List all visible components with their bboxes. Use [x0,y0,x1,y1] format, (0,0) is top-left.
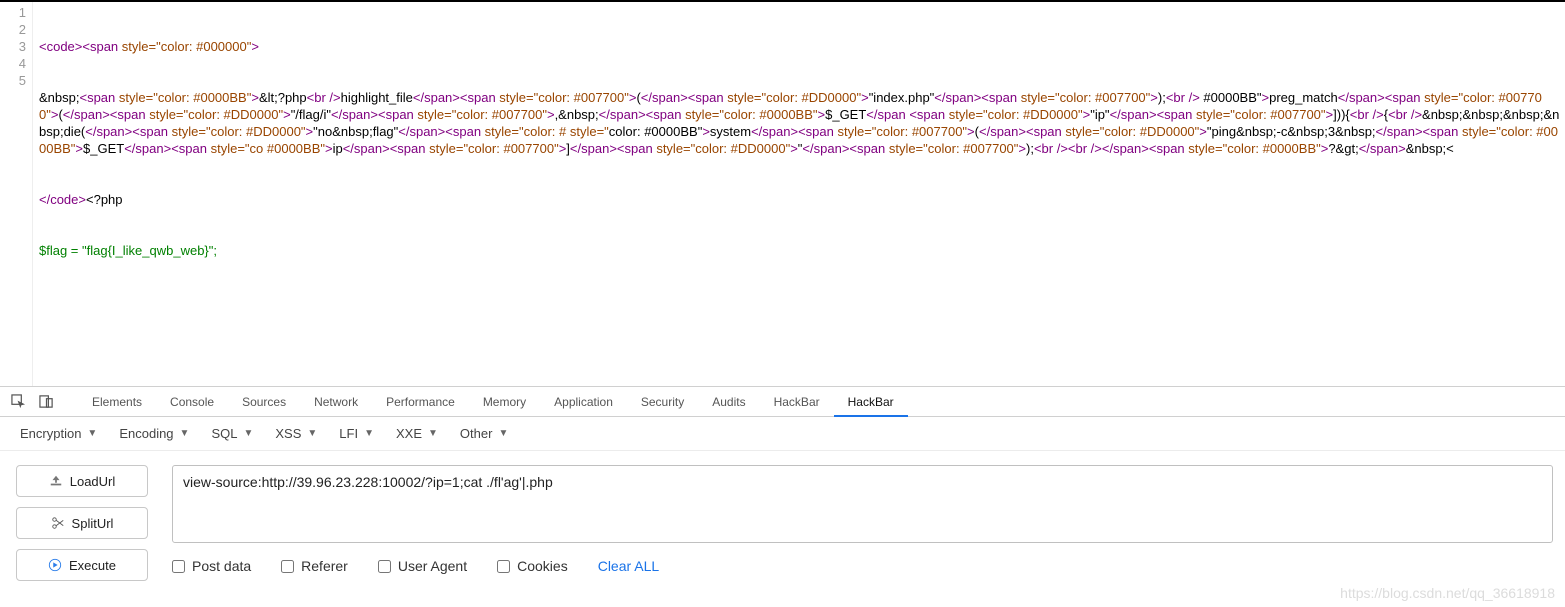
label: SplitUrl [72,516,114,531]
chevron-down-icon: ▼ [428,428,438,439]
chevron-down-icon: ▼ [180,428,190,439]
checkbox[interactable] [497,560,510,573]
opt-cookies[interactable]: Cookies [497,558,568,574]
menu-other[interactable]: Other▼ [460,426,508,441]
opt-post data[interactable]: Post data [172,558,251,574]
chevron-down-icon: ▼ [364,428,374,439]
t: $flag = "flag{I_like_qwb_web}"; [39,243,217,258]
tab-console[interactable]: Console [156,387,228,417]
label: Execute [69,558,116,573]
code-line: $flag = "flag{I_like_qwb_web}"; [39,242,1561,259]
execute-button[interactable]: Execute [16,549,148,581]
url-input[interactable] [172,465,1553,543]
scissors-icon [51,516,65,530]
download-icon [49,474,63,488]
code-line: &nbsp;<span style="color: #0000BB">&lt;?… [39,89,1561,157]
line-no: 4 [0,55,32,72]
devtools: ElementsConsoleSourcesNetworkPerformance… [0,386,1565,607]
menu-sql[interactable]: SQL▼ [211,426,253,441]
tab-container: ElementsConsoleSourcesNetworkPerformance… [78,387,908,417]
hackbar-body: LoadUrl SplitUrl Execute Post data Refere… [0,451,1565,607]
opt-referer[interactable]: Referer [281,558,348,574]
chevron-down-icon: ▼ [498,428,508,439]
t: <code><span [39,39,122,54]
menu-xss[interactable]: XSS▼ [275,426,317,441]
menu-lfi[interactable]: LFI▼ [339,426,374,441]
tab-memory[interactable]: Memory [469,387,540,417]
opt-user agent[interactable]: User Agent [378,558,467,574]
tab-network[interactable]: Network [300,387,372,417]
menu-encryption[interactable]: Encryption▼ [20,426,97,441]
tab-audits[interactable]: Audits [698,387,759,417]
tab-application[interactable]: Application [540,387,627,417]
t: style="color: #000000" [122,39,252,54]
code-line: <code><span style="color: #000000"> [39,38,1561,55]
spliturl-button[interactable]: SplitUrl [16,507,148,539]
inspect-icon[interactable] [4,390,32,414]
code-line: </code><?php [39,191,1561,208]
tab-hackbar[interactable]: HackBar [834,387,908,417]
tab-performance[interactable]: Performance [372,387,469,417]
loadurl-button[interactable]: LoadUrl [16,465,148,497]
chevron-down-icon: ▼ [307,428,317,439]
play-icon [48,558,62,572]
menu-encoding[interactable]: Encoding▼ [119,426,189,441]
line-no: 5 [0,72,32,89]
tab-hackbar[interactable]: HackBar [760,387,834,417]
t: > [251,39,259,54]
line-no: 3 [0,38,32,55]
hackbar-options: Post data Referer User Agent Cookies Clear A… [172,558,1553,574]
watermark: https://blog.csdn.net/qq_36618918 [1340,585,1555,601]
checkbox[interactable] [172,560,185,573]
chevron-down-icon: ▼ [243,428,253,439]
device-toolbar-icon[interactable] [32,390,60,414]
hackbar-actions: LoadUrl SplitUrl Execute [16,465,148,607]
checkbox[interactable] [378,560,391,573]
tab-sources[interactable]: Sources [228,387,300,417]
label: LoadUrl [70,474,116,489]
hackbar-toolbar: Encryption▼ Encoding▼ SQL▼ XSS▼ LFI▼ XXE▼ Othe… [0,417,1565,451]
tab-elements[interactable]: Elements [78,387,156,417]
line-no: 1 [0,4,32,21]
menu-xxe[interactable]: XXE▼ [396,426,438,441]
chevron-down-icon: ▼ [87,428,97,439]
clear-all-link[interactable]: Clear ALL [598,558,659,574]
devtools-tabstrip: ElementsConsoleSourcesNetworkPerformance… [0,387,1565,417]
line-no: 2 [0,21,32,38]
line-gutter: 1 2 3 4 5 [0,2,33,386]
tab-security[interactable]: Security [627,387,698,417]
view-source-pane: 1 2 3 4 5 <code><span style="color: #000… [0,0,1565,386]
source-code[interactable]: <code><span style="color: #000000"> &nbs… [33,2,1565,386]
checkbox[interactable] [281,560,294,573]
